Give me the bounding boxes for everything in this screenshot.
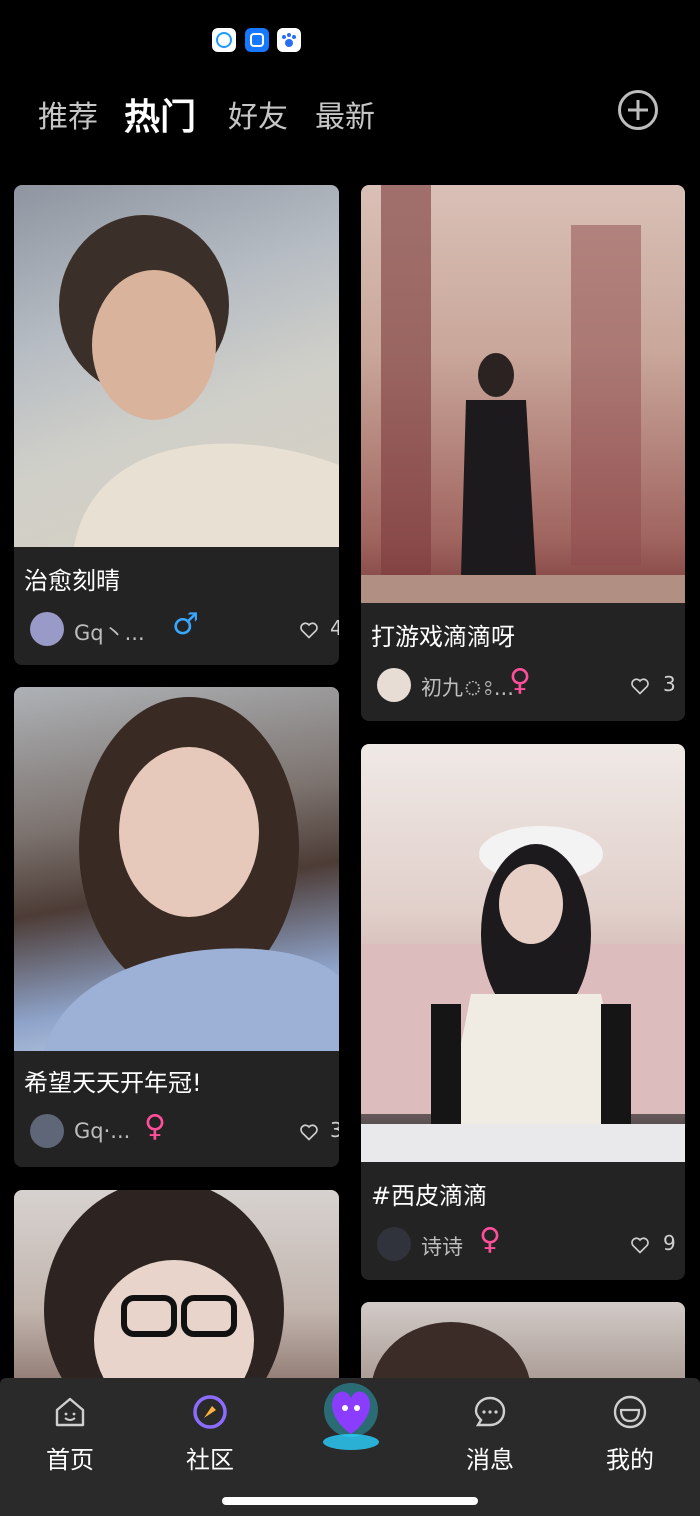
avatar[interactable] [377, 1227, 411, 1261]
paw-app-notification-icon [277, 28, 301, 52]
app-notification-icon [245, 28, 269, 52]
post-photo[interactable] [361, 185, 685, 603]
post-title: 打游戏滴滴呀 [371, 623, 515, 651]
avatar[interactable] [30, 612, 64, 646]
community-compass-icon [193, 1395, 227, 1429]
male-icon: ♂ [172, 607, 199, 642]
post-card[interactable]: #西皮滴滴 诗诗 ♀ 9 [361, 744, 685, 1280]
center-mascot-icon [323, 1383, 379, 1450]
heart-icon[interactable] [299, 1122, 319, 1142]
tab-friends[interactable]: 好友 [228, 92, 288, 136]
post-photo[interactable] [14, 687, 339, 1051]
avatar[interactable] [377, 668, 411, 702]
tab-hot[interactable]: 热门 [124, 88, 196, 140]
username[interactable]: Gq·... [74, 1119, 130, 1143]
like-count: 9 [663, 1231, 676, 1255]
nav-me-label: 我的 [606, 1446, 654, 1474]
home-indicator[interactable] [222, 1497, 478, 1505]
home-icon [55, 1397, 85, 1427]
nav-community[interactable]: 社区 [160, 1378, 260, 1488]
post-card[interactable]: 治愈刻晴 Gq丶... ♂ 4 [14, 185, 339, 665]
like-count: 3 [663, 672, 676, 696]
like-count: 4 [330, 616, 339, 640]
post-photo[interactable] [14, 185, 339, 547]
avatar[interactable] [30, 1114, 64, 1148]
message-bubble-icon [474, 1396, 506, 1427]
nav-messages[interactable]: 消息 [440, 1378, 540, 1488]
heart-icon[interactable] [630, 1235, 650, 1255]
username[interactable]: 初九ঃ... [421, 672, 514, 707]
username[interactable]: 诗诗 [421, 1231, 463, 1261]
post-card[interactable] [14, 1190, 339, 1390]
username[interactable]: Gq丶... [74, 617, 145, 647]
nav-home-label: 首页 [46, 1446, 94, 1474]
tab-recommend[interactable]: 推荐 [38, 92, 98, 136]
nav-me[interactable]: 我的 [580, 1378, 680, 1488]
post-card[interactable]: 希望天天开年冠! Gq·... ♀ 3 [14, 687, 339, 1167]
nav-home[interactable]: 首页 [20, 1378, 120, 1488]
feed-tabs: 推荐 热门 好友 最新 [0, 80, 700, 144]
post-title: #西皮滴滴 [371, 1182, 488, 1210]
post-title: 治愈刻晴 [24, 567, 120, 595]
like-count: 3 [330, 1118, 339, 1142]
tab-latest[interactable]: 最新 [315, 92, 375, 136]
post-photo[interactable] [14, 1190, 339, 1390]
female-icon: ♀ [144, 1109, 166, 1144]
female-icon: ♀ [509, 663, 531, 698]
nav-center[interactable] [300, 1378, 400, 1488]
post-title: 希望天天开年冠! [24, 1069, 202, 1097]
nav-messages-label: 消息 [466, 1446, 514, 1474]
profile-smile-icon [613, 1395, 647, 1429]
post-card[interactable]: 打游戏滴滴呀 初九ঃ... ♀ 3 [361, 185, 685, 721]
heart-icon[interactable] [630, 676, 650, 696]
bottom-nav: 首页 社区 消息 我的 [0, 1378, 700, 1516]
chat-app-notification-icon [212, 28, 236, 52]
female-icon: ♀ [479, 1222, 501, 1257]
status-bar [0, 0, 700, 80]
heart-icon[interactable] [299, 620, 319, 640]
post-photo[interactable] [361, 744, 685, 1162]
plus-circle-icon[interactable] [618, 90, 658, 130]
nav-community-label: 社区 [186, 1446, 234, 1474]
